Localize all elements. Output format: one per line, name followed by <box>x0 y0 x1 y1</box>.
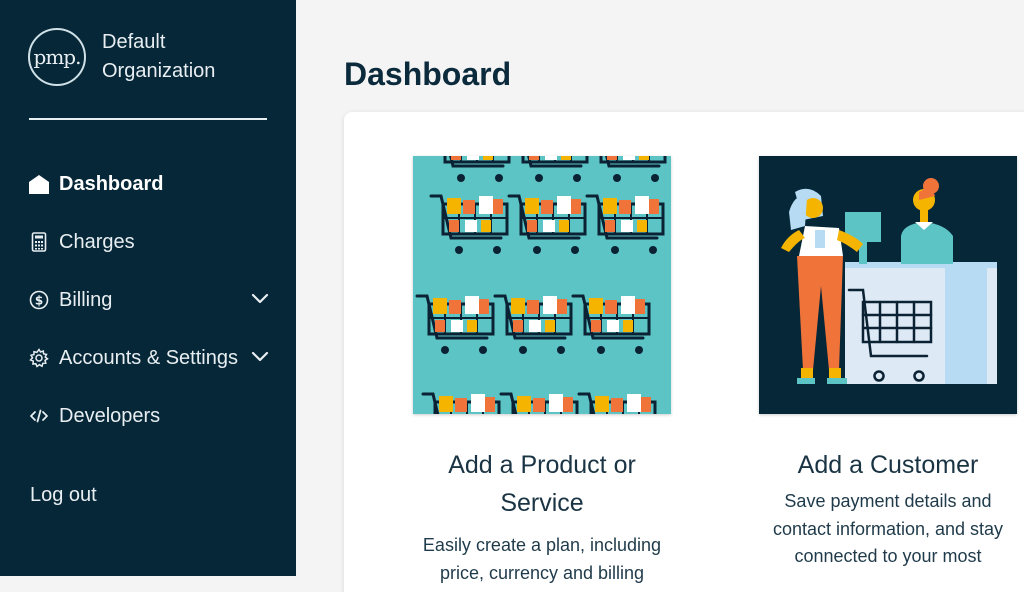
calculator-icon <box>28 231 50 253</box>
customer-checkout-illustration <box>759 156 1017 414</box>
sidebar-item-charges[interactable]: Charges <box>28 213 270 271</box>
sidebar-item-dashboard[interactable]: Dashboard <box>28 155 270 213</box>
organization-switcher[interactable]: pmp. Default Organization <box>28 28 215 86</box>
dashboard-panel: Add a Product or Service Easily create a… <box>344 112 1024 592</box>
sidebar-item-billing[interactable]: $ Billing <box>28 271 270 329</box>
chevron-down-icon[interactable] <box>250 347 270 367</box>
card-title: Add a Product or Service <box>448 451 636 517</box>
logout-link[interactable]: Log out <box>30 484 97 507</box>
sidebar-item-label: Accounts & Settings <box>59 346 238 369</box>
sidebar-item-label: Developers <box>59 404 161 427</box>
page-title: Dashboard <box>344 56 512 92</box>
card-description: Easily create a plan, including price, c… <box>422 535 662 583</box>
svg-text:$: $ <box>35 294 43 308</box>
sidebar-item-developers[interactable]: Developers <box>28 387 270 445</box>
sidebar-item-label: Billing <box>59 288 113 311</box>
sidebar-item-label: Charges <box>59 230 135 253</box>
gear-icon <box>28 347 50 369</box>
sidebar-item-label: Dashboard <box>59 172 164 195</box>
code-icon <box>28 405 50 427</box>
dollar-icon: $ <box>28 289 50 311</box>
organization-name: Default Organization <box>102 28 215 86</box>
shopping-carts-illustration <box>413 156 671 414</box>
organization-name-line1: Default <box>102 31 166 53</box>
card-description: Save payment details and contact informa… <box>772 491 1004 566</box>
chevron-down-icon[interactable] <box>250 289 270 309</box>
add-customer-card[interactable]: Add a Customer Save payment details and … <box>759 156 1017 571</box>
logo-text: pmp. <box>33 45 82 69</box>
card-title: Add a Customer <box>797 451 979 479</box>
brand-logo: pmp. <box>28 28 86 86</box>
organization-name-line2: Organization <box>102 60 216 82</box>
sidebar-divider <box>29 118 267 120</box>
sidebar: pmp. Default Organization Dashboard Char… <box>0 0 296 576</box>
home-icon <box>28 173 50 195</box>
add-product-card[interactable]: Add a Product or Service Easily create a… <box>413 156 671 587</box>
sidebar-item-accounts-settings[interactable]: Accounts & Settings <box>28 329 270 387</box>
sidebar-nav: Dashboard Charges $ Billing Accounts & S… <box>28 155 270 445</box>
